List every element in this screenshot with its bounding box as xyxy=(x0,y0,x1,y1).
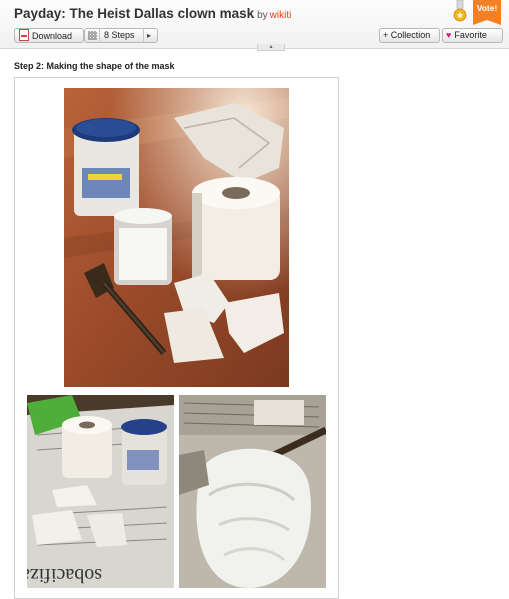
download-label: Download xyxy=(32,31,73,41)
step-main-photo[interactable] xyxy=(64,88,289,387)
heart-icon: ♥ xyxy=(446,30,452,40)
step-title: Step 2: Making the shape of the mask xyxy=(14,61,175,71)
instructable-header: Payday: The Heist Dallas clown mask by wik… xyxy=(0,0,509,51)
favorite-label: Favorite xyxy=(454,30,487,40)
steps-dropdown[interactable]: 8 Steps ▸ xyxy=(84,28,158,43)
medal-icon xyxy=(452,0,468,22)
title-text: Payday: The Heist Dallas clown mask xyxy=(14,6,255,21)
collapse-header-toggle[interactable]: ▴ xyxy=(257,44,285,51)
page-title: Payday: The Heist Dallas clown mask by wik… xyxy=(14,6,291,21)
steps-label: 8 Steps xyxy=(104,30,135,40)
download-button[interactable]: Download xyxy=(14,28,84,43)
divider xyxy=(143,29,144,42)
pdf-icon xyxy=(19,29,29,41)
step-thumbnail-mask[interactable] xyxy=(179,395,326,588)
collection-label: + Collection xyxy=(383,30,431,40)
by-label: by xyxy=(257,10,268,21)
svg-text:sobacifiza: sobacifiza xyxy=(27,564,102,586)
favorite-button[interactable]: ♥ Favorite xyxy=(442,28,503,43)
next-step-icon[interactable]: ▸ xyxy=(147,29,151,42)
vote-button[interactable]: Vote! xyxy=(473,0,501,25)
grid-icon xyxy=(88,31,97,40)
divider xyxy=(99,29,100,42)
step-thumbnail-setup[interactable]: sobacifiza xyxy=(27,395,174,588)
add-to-collection-button[interactable]: + Collection xyxy=(379,28,440,43)
author-link[interactable]: wikiti xyxy=(270,10,292,21)
